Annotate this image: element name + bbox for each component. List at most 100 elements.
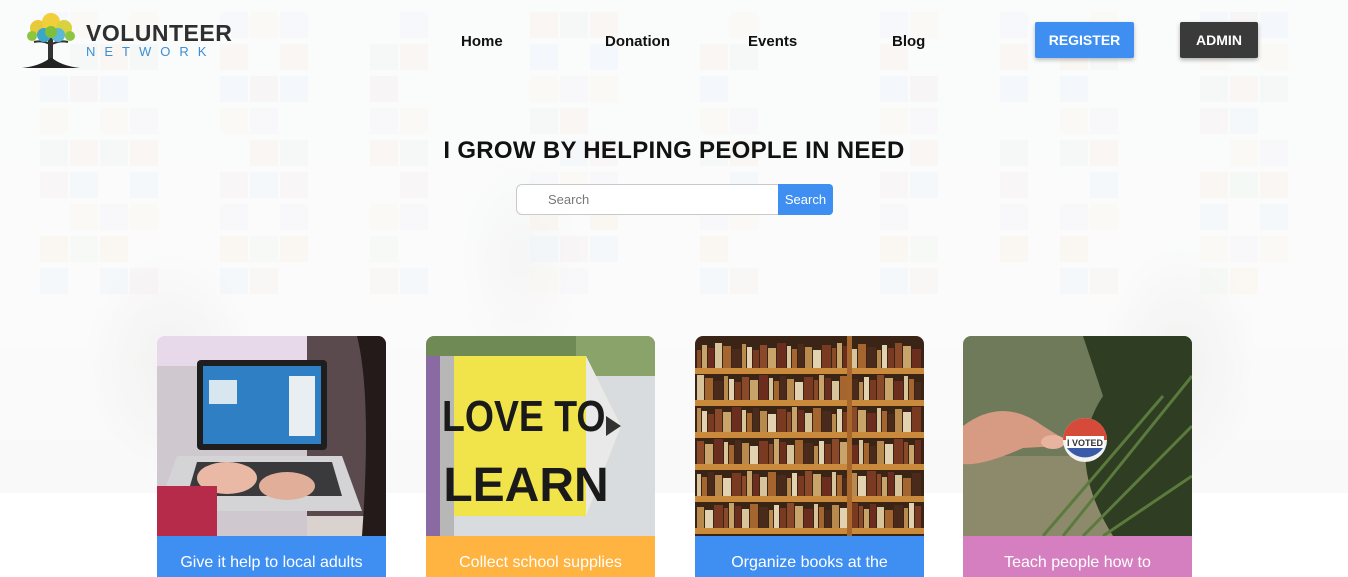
book-spine bbox=[769, 444, 773, 464]
card-caption: Give it help to local adults bbox=[157, 536, 386, 577]
book-spine bbox=[825, 510, 831, 528]
book-spine bbox=[769, 510, 773, 528]
nav-events[interactable]: Events bbox=[748, 33, 797, 50]
book-spine bbox=[735, 382, 741, 400]
book-spine bbox=[708, 414, 714, 432]
book-spine bbox=[864, 377, 869, 400]
book-spine bbox=[774, 381, 779, 400]
brand-title: VOLUNTEER bbox=[86, 20, 233, 46]
book-spine bbox=[697, 350, 701, 368]
book-spine bbox=[864, 509, 869, 528]
book-spine bbox=[769, 378, 773, 400]
book-spine bbox=[814, 380, 818, 400]
event-card[interactable]: LOVE TO LEARN Collect school supplies bbox=[426, 336, 655, 577]
book-spine bbox=[795, 440, 803, 464]
book-spine bbox=[895, 409, 902, 432]
book-spine bbox=[877, 408, 881, 432]
book-spine bbox=[760, 411, 767, 432]
book-spine bbox=[705, 510, 713, 528]
book-spine bbox=[780, 442, 786, 464]
book-spine bbox=[729, 379, 734, 400]
book-spine bbox=[894, 505, 903, 528]
book-spine bbox=[732, 349, 741, 368]
book-spine bbox=[832, 348, 836, 368]
book-spine bbox=[715, 343, 722, 368]
book-spine bbox=[864, 443, 869, 464]
book-spine bbox=[888, 472, 894, 496]
book-spine bbox=[804, 443, 813, 464]
search-button[interactable]: Search bbox=[778, 184, 833, 215]
book-spine bbox=[870, 380, 876, 400]
book-spine bbox=[724, 442, 728, 464]
book-spine bbox=[804, 509, 813, 528]
book-spine bbox=[885, 444, 893, 464]
book-spine bbox=[742, 443, 749, 464]
book-spine bbox=[885, 378, 893, 400]
book-spine bbox=[742, 410, 746, 432]
book-spine bbox=[735, 440, 741, 464]
hero-title: I GROW BY HELPING PEOPLE IN NEED bbox=[443, 137, 905, 164]
book-spine bbox=[822, 411, 831, 432]
book-spine bbox=[760, 345, 767, 368]
book-spine bbox=[814, 504, 818, 528]
book-spine bbox=[837, 343, 842, 368]
book-spine bbox=[867, 471, 876, 496]
shelf-board bbox=[695, 528, 924, 534]
book-spine bbox=[787, 412, 791, 432]
book-spine bbox=[715, 475, 722, 496]
book-spine bbox=[813, 474, 821, 496]
book-spine bbox=[697, 441, 704, 464]
book-spine bbox=[903, 478, 911, 496]
brand-logo[interactable]: VOLUNTEER NETWORK bbox=[20, 8, 233, 70]
admin-button[interactable]: ADMIN bbox=[1180, 22, 1258, 58]
book-spine bbox=[912, 473, 921, 496]
book-spine bbox=[798, 344, 804, 368]
book-spine bbox=[702, 477, 707, 496]
book-spine bbox=[805, 413, 812, 432]
event-card[interactable]: I VOTED Teach people how to bbox=[963, 336, 1192, 577]
book-spine bbox=[723, 412, 731, 432]
book-spine bbox=[870, 504, 876, 528]
book-spine bbox=[729, 445, 734, 464]
book-spine bbox=[697, 474, 701, 496]
book-spine bbox=[915, 382, 921, 400]
book-spine bbox=[859, 506, 863, 528]
book-spine bbox=[787, 379, 794, 400]
book-spine bbox=[882, 345, 887, 368]
card-image-sign: LOVE TO LEARN bbox=[426, 336, 655, 536]
book-spine bbox=[882, 477, 887, 496]
book-spine bbox=[787, 346, 791, 368]
nav-donation[interactable]: Donation bbox=[605, 33, 670, 50]
nav-home[interactable]: Home bbox=[461, 33, 503, 50]
book-spine bbox=[714, 505, 723, 528]
book-spine bbox=[888, 414, 894, 432]
book-spine bbox=[702, 345, 707, 368]
book-spine bbox=[753, 408, 759, 432]
book-spine bbox=[840, 442, 848, 464]
svg-text:I VOTED: I VOTED bbox=[1067, 438, 1104, 448]
book-spine bbox=[697, 375, 704, 400]
book-spine bbox=[813, 408, 821, 432]
book-spine bbox=[760, 477, 767, 496]
book-spine bbox=[832, 381, 839, 400]
card-caption: Organize books at the bbox=[695, 536, 924, 577]
search-input[interactable] bbox=[516, 184, 779, 215]
book-spine bbox=[795, 506, 803, 528]
event-card[interactable]: Organize books at the bbox=[695, 336, 924, 577]
book-spine bbox=[798, 476, 804, 496]
book-spine bbox=[858, 476, 866, 496]
book-spine bbox=[832, 505, 839, 528]
book-spine bbox=[877, 507, 884, 528]
book-spine bbox=[714, 381, 723, 400]
book-spine bbox=[832, 472, 836, 496]
book-spine bbox=[724, 508, 728, 528]
book-spine bbox=[894, 439, 903, 464]
book-spine bbox=[904, 442, 908, 464]
book-spine bbox=[858, 344, 866, 368]
register-button[interactable]: REGISTER bbox=[1035, 22, 1134, 58]
book-spine bbox=[795, 382, 803, 400]
nav-blog[interactable]: Blog bbox=[892, 33, 925, 50]
event-card[interactable]: Give it help to local adults bbox=[157, 336, 386, 577]
book-spine bbox=[895, 475, 902, 496]
book-spine bbox=[732, 473, 741, 496]
